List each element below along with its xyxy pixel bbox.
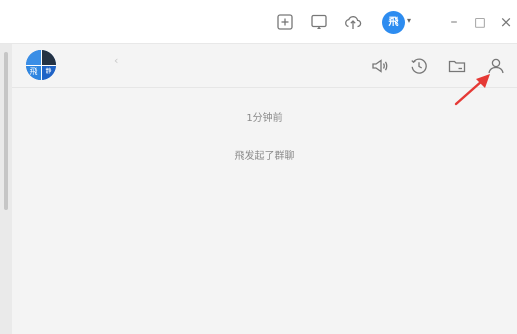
history-clock-icon[interactable] xyxy=(408,55,430,77)
minimize-button[interactable]: – xyxy=(445,12,463,32)
avatar-divider xyxy=(26,64,56,66)
annotation-arrow-icon xyxy=(454,74,490,106)
avatar-tile: 飛 xyxy=(26,65,41,80)
left-rail xyxy=(0,44,12,334)
chat-header: 飛 静 ‹ xyxy=(12,44,517,88)
back-icon[interactable]: ‹ xyxy=(114,54,118,67)
speaker-icon[interactable] xyxy=(369,55,391,77)
message-timestamp: 1分钟前 xyxy=(246,113,283,124)
chat-window: 飛 ▾ – □ × 飛 静 ‹ 1分钟前 飛发起了群聊 xyxy=(0,0,517,334)
close-button[interactable]: × xyxy=(497,12,515,32)
cloud-upload-icon[interactable] xyxy=(342,12,364,32)
message-list: 1分钟前 飛发起了群聊 xyxy=(12,88,517,334)
add-square-icon[interactable] xyxy=(274,12,296,32)
title-bar: 飛 ▾ – □ × xyxy=(0,0,517,44)
avatar-tile xyxy=(41,50,56,65)
maximize-button[interactable]: □ xyxy=(471,12,489,32)
chevron-down-icon[interactable]: ▾ xyxy=(407,16,411,25)
avatar-tile xyxy=(26,50,41,65)
screen-share-icon[interactable] xyxy=(308,12,330,32)
system-message: 飛发起了群聊 xyxy=(234,151,295,162)
scrollbar-thumb[interactable] xyxy=(4,52,8,210)
avatar-tile: 静 xyxy=(41,65,56,80)
group-avatar[interactable]: 飛 静 xyxy=(26,50,56,80)
user-avatar[interactable]: 飛 xyxy=(382,11,405,34)
